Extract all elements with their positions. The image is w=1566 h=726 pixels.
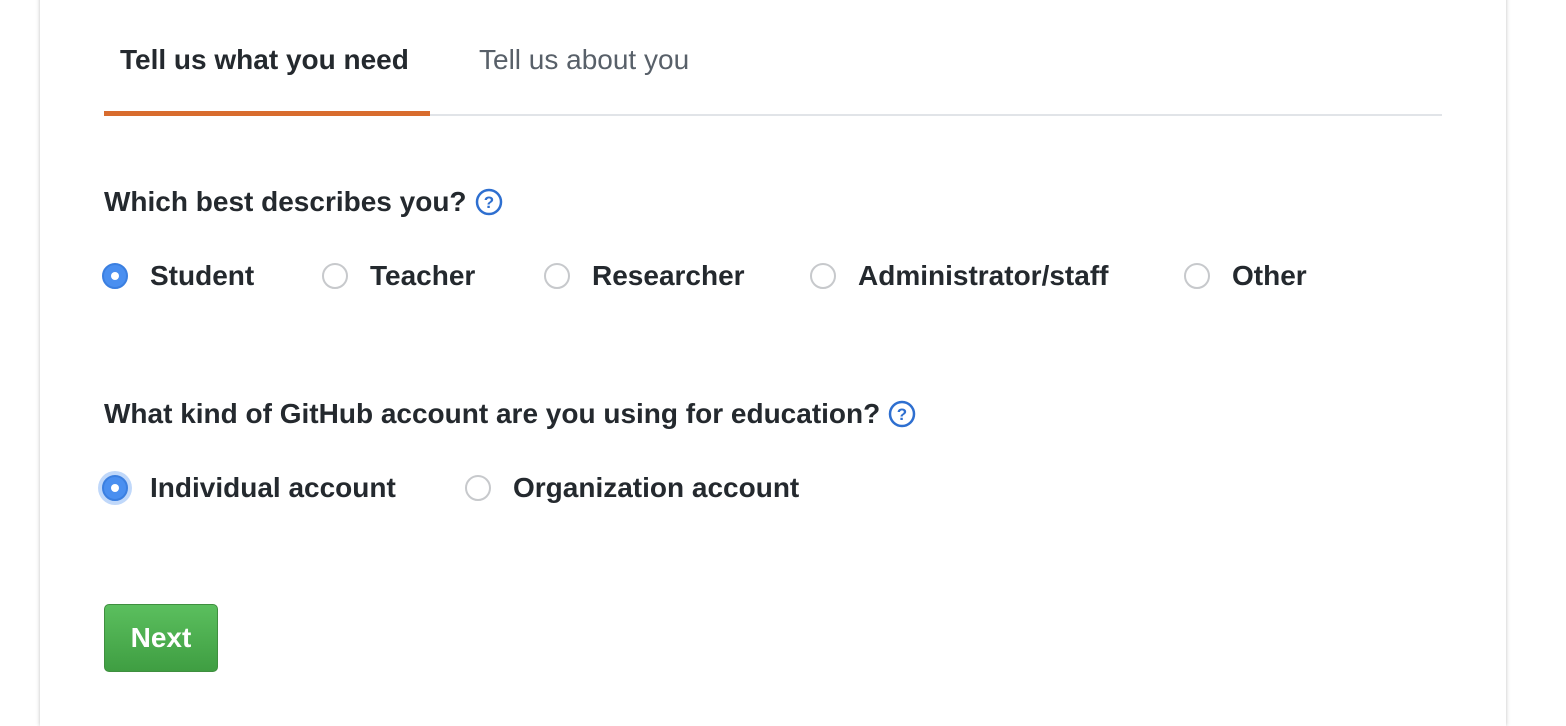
radio-other[interactable] (1184, 263, 1210, 289)
question-describes-you-label: Which best describes you? (104, 186, 467, 217)
question-account-type: What kind of GitHub account are you usin… (104, 396, 916, 432)
radio-option-individual[interactable]: Individual account (102, 468, 396, 508)
question-circle-icon[interactable]: ? (475, 188, 503, 216)
radio-label-other: Other (1232, 260, 1307, 291)
radio-label-organization: Organization account (513, 472, 800, 503)
radio-individual[interactable] (102, 475, 128, 501)
radio-option-teacher[interactable]: Teacher (322, 256, 475, 296)
radio-organization[interactable] (465, 475, 491, 501)
question-circle-icon[interactable]: ? (888, 400, 916, 428)
question-describes-you: Which best describes you? ? (104, 184, 503, 220)
active-tab-indicator (104, 111, 430, 116)
radio-label-individual: Individual account (150, 472, 396, 503)
radio-label-researcher: Researcher (592, 260, 745, 291)
svg-text:?: ? (897, 405, 907, 424)
radio-administrator[interactable] (810, 263, 836, 289)
question-account-type-label: What kind of GitHub account are you usin… (104, 398, 881, 429)
radio-option-student[interactable]: Student (102, 256, 254, 296)
radio-student[interactable] (102, 263, 128, 289)
radio-researcher[interactable] (544, 263, 570, 289)
radio-teacher[interactable] (322, 263, 348, 289)
radio-label-teacher: Teacher (370, 260, 476, 291)
radio-option-administrator[interactable]: Administrator/staff (810, 256, 1108, 296)
radio-label-student: Student (150, 260, 255, 291)
svg-text:?: ? (483, 193, 493, 212)
tab-what-you-need[interactable]: Tell us what you need (120, 42, 409, 78)
radio-option-other[interactable]: Other (1184, 256, 1307, 296)
next-button[interactable]: Next (104, 604, 218, 672)
radio-label-administrator: Administrator/staff (858, 260, 1109, 291)
radio-option-organization[interactable]: Organization account (465, 468, 799, 508)
tab-about-you[interactable]: Tell us about you (479, 42, 689, 78)
tab-bar: Tell us what you need Tell us about you (104, 0, 1442, 116)
radio-option-researcher[interactable]: Researcher (544, 256, 745, 296)
